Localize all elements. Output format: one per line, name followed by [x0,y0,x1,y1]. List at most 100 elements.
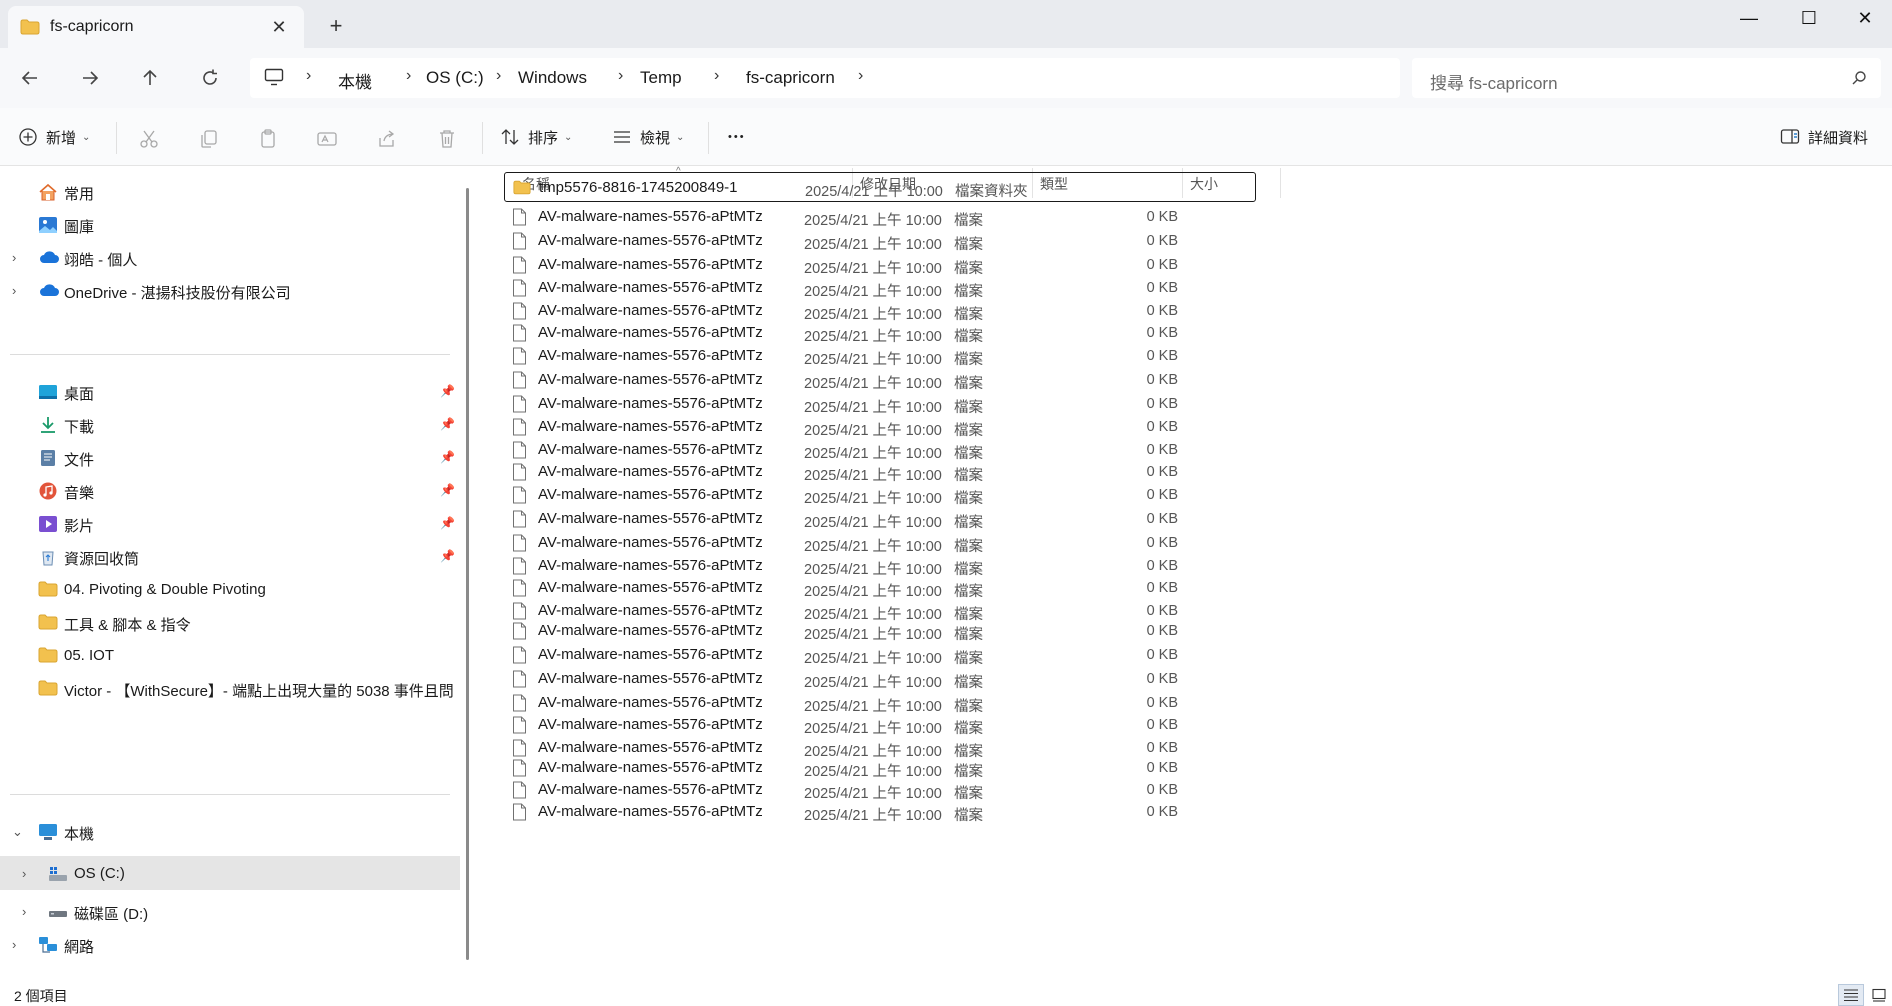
computer-icon[interactable] [264,68,284,91]
sidebar-item-network[interactable]: › 網路 [0,927,460,963]
sidebar-item-label: 圖庫 [64,219,95,236]
sidebar-item-label: OS (C:) [74,865,125,882]
pin-icon[interactable]: 📌 [440,450,455,464]
file-size: 0 KB [1146,325,1178,341]
sidebar-item-drive-d[interactable]: › 磁碟區 (D:) [0,894,460,930]
file-size: 0 KB [1146,782,1178,798]
cut-icon[interactable] [138,128,160,150]
column-divider[interactable] [1280,168,1281,198]
recycle-bin-icon [38,548,58,566]
breadcrumb-separator[interactable]: › [618,67,623,85]
maximize-button[interactable]: ☐ [1786,4,1832,32]
breadcrumb-separator[interactable]: › [496,67,501,85]
search-icon[interactable] [1851,70,1867,91]
breadcrumb-os-c[interactable]: OS (C:) [426,68,484,88]
sidebar-item-folder[interactable]: Victor - 【WithSecure】- 端點上出現大量的 5038 事件且… [0,671,460,707]
sidebar-item-documents[interactable]: 文件 📌 [0,440,460,476]
chevron-right-icon[interactable]: › [12,283,16,298]
home-icon [38,183,58,201]
new-tab-button[interactable]: + [324,14,348,38]
refresh-button[interactable] [194,62,226,94]
pin-icon[interactable]: 📌 [440,384,455,398]
file-icon [512,694,528,712]
sidebar-item-os-c[interactable]: › OS (C:) [0,856,460,890]
breadcrumb-separator[interactable]: › [406,67,411,85]
file-row[interactable]: AV-malware-names-5576-aPtMTz 2025/4/21 上午… [504,506,1256,532]
file-row[interactable]: AV-malware-names-5576-aPtMTz 2025/4/21 上午… [504,204,1256,230]
more-options-button[interactable]: ••• [728,122,746,152]
status-bar: 2 個項目 [0,984,1892,1006]
sort-button[interactable]: 排序 ⌄ [500,122,572,152]
close-window-button[interactable]: ✕ [1842,4,1888,32]
share-icon[interactable] [376,128,398,150]
search-placeholder[interactable]: 搜尋 fs-capricorn [1430,69,1558,94]
close-tab-icon[interactable]: ✕ [268,16,290,38]
breadcrumb-this-pc[interactable]: 本機 [338,68,372,93]
chevron-right-icon[interactable]: › [12,937,16,952]
pin-icon[interactable]: 📌 [440,483,455,497]
sidebar-item-this-pc[interactable]: ⌄ 本機 [0,814,460,850]
address-bar[interactable]: › 本機 › OS (C:) › Windows › Temp › fs-cap… [250,58,1400,98]
breadcrumb-windows[interactable]: Windows [518,68,587,88]
file-row[interactable]: AV-malware-names-5576-aPtMTz 2025/4/21 上午… [504,618,1256,644]
file-row[interactable]: AV-malware-names-5576-aPtMTz 2025/4/21 上午… [504,666,1256,692]
file-row[interactable]: AV-malware-names-5576-aPtMTz 2025/4/21 上午… [504,482,1256,508]
up-button[interactable] [134,62,166,94]
delete-icon[interactable] [436,128,458,150]
breadcrumb-fs-capricorn[interactable]: fs-capricorn [746,68,835,88]
file-name: AV-malware-names-5576-aPtMTz [538,324,763,341]
sidebar-item-downloads[interactable]: 下載 📌 [0,407,460,443]
file-row[interactable]: AV-malware-names-5576-aPtMTz 2025/4/21 上午… [504,642,1256,668]
sidebar-scrollbar[interactable] [466,188,469,960]
sidebar-item-onedrive[interactable]: › OneDrive - 湛揚科技股份有限公司 [0,273,460,309]
sidebar-item-home[interactable]: 常用 [0,174,460,210]
chevron-right-icon[interactable]: › [12,250,16,265]
network-icon [38,936,58,954]
sidebar-item-folder[interactable]: 05. IOT [0,638,460,674]
file-size: 0 KB [1146,647,1178,663]
file-date: 2025/4/21 上午 10:00 [804,491,942,507]
back-button[interactable] [14,62,46,94]
folder-icon [20,19,40,40]
file-date: 2025/4/21 上午 10:00 [804,213,942,229]
file-row[interactable]: AV-malware-names-5576-aPtMTz 2025/4/21 上午… [504,228,1256,254]
paste-icon[interactable] [258,128,280,150]
arrow-up-icon [143,69,157,85]
sidebar-item-music[interactable]: 音樂 📌 [0,473,460,509]
refresh-icon [203,69,217,85]
file-row[interactable]: AV-malware-names-5576-aPtMTz 2025/4/21 上午… [504,367,1256,393]
pin-icon[interactable]: 📌 [440,549,455,563]
file-row[interactable]: AV-malware-names-5576-aPtMTz 2025/4/21 上午… [504,343,1256,369]
minimize-button[interactable]: — [1726,4,1772,32]
sidebar-item-folder[interactable]: 工具 & 腳本 & 指令 [0,605,460,641]
details-view-button[interactable] [1838,984,1864,1006]
sidebar-item-folder[interactable]: 04. Pivoting & Double Pivoting [0,572,460,608]
chevron-down-icon[interactable]: ⌄ [12,824,23,840]
breadcrumb-temp[interactable]: Temp [640,68,682,88]
thumbnail-view-button[interactable] [1866,984,1892,1006]
rename-icon[interactable] [316,128,338,150]
file-row[interactable]: AV-malware-names-5576-aPtMTz 2025/4/21 上午… [504,799,1256,825]
file-icon [512,646,528,664]
tab-fs-capricorn[interactable]: fs-capricorn ✕ [8,6,304,48]
sidebar-item-videos[interactable]: 影片 📌 [0,506,460,542]
breadcrumb-separator[interactable]: › [714,67,719,85]
sidebar-item-personal-cloud[interactable]: › 翊皓 - 個人 [0,240,460,276]
chevron-right-icon[interactable]: › [22,904,26,919]
folder-row[interactable]: tmp5576-8816-1745200849-1 2025/4/21 上午 10… [504,172,1256,202]
chevron-right-icon[interactable]: › [22,866,26,881]
new-button[interactable]: 新增 ⌄ [18,122,90,152]
view-button[interactable]: 檢視 ⌄ [612,122,684,152]
sidebar-item-label: 桌面 [64,386,95,403]
sidebar-item-recycle-bin[interactable]: 資源回收筒 📌 [0,539,460,575]
search-box[interactable]: 搜尋 fs-capricorn [1412,58,1881,98]
breadcrumb-separator[interactable]: › [858,67,863,85]
pin-icon[interactable]: 📌 [440,516,455,530]
breadcrumb-separator[interactable]: › [306,67,311,85]
pin-icon[interactable]: 📌 [440,417,455,431]
copy-icon[interactable] [198,128,220,150]
details-pane-button[interactable]: 詳細資料 [1780,122,1868,152]
sidebar-item-gallery[interactable]: 圖庫 [0,207,460,243]
forward-button[interactable] [74,62,106,94]
sidebar-item-desktop[interactable]: 桌面 📌 [0,374,460,410]
